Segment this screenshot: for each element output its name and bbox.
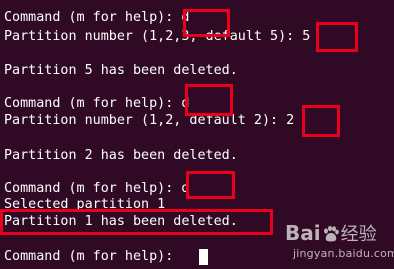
highlight-box-command-d-2	[185, 84, 233, 116]
highlight-box-partition-1-deleted	[0, 209, 273, 235]
terminal-cursor[interactable]	[199, 249, 208, 265]
terminal-line-partition-prompt-2: Partition number (1,2, default 2): 2	[4, 113, 295, 128]
paw-icon	[322, 225, 340, 247]
terminal-line-command-prompt: Command (m for help):	[4, 249, 182, 264]
terminal-line-deleted-5: Partition 5 has been deleted.	[4, 63, 238, 78]
terminal-line-partition-prompt-1: Partition number (1,2,3, default 5): 5	[4, 29, 311, 44]
terminal-line-deleted-2: Partition 2 has been deleted.	[4, 148, 238, 163]
watermark-brand-left: Bai	[285, 221, 321, 245]
highlight-box-command-d-1	[183, 9, 230, 37]
terminal-line-command-3: Command (m for help): d	[4, 181, 190, 196]
highlight-box-partition-2	[302, 105, 340, 137]
terminal-line-command-2: Command (m for help): d	[4, 96, 190, 111]
terminal-window[interactable]: Command (m for help): d Partition number…	[0, 0, 394, 269]
watermark-brand-right: 经验	[340, 224, 377, 245]
highlight-box-command-d-3	[186, 171, 235, 199]
baidu-jingyan-watermark: Bai 经验 jingyan.baidu.com	[285, 222, 394, 260]
watermark-domain: jingyan.baidu.com	[293, 247, 394, 260]
highlight-box-partition-5	[316, 22, 358, 52]
terminal-line-command-1: Command (m for help): d	[4, 10, 190, 25]
